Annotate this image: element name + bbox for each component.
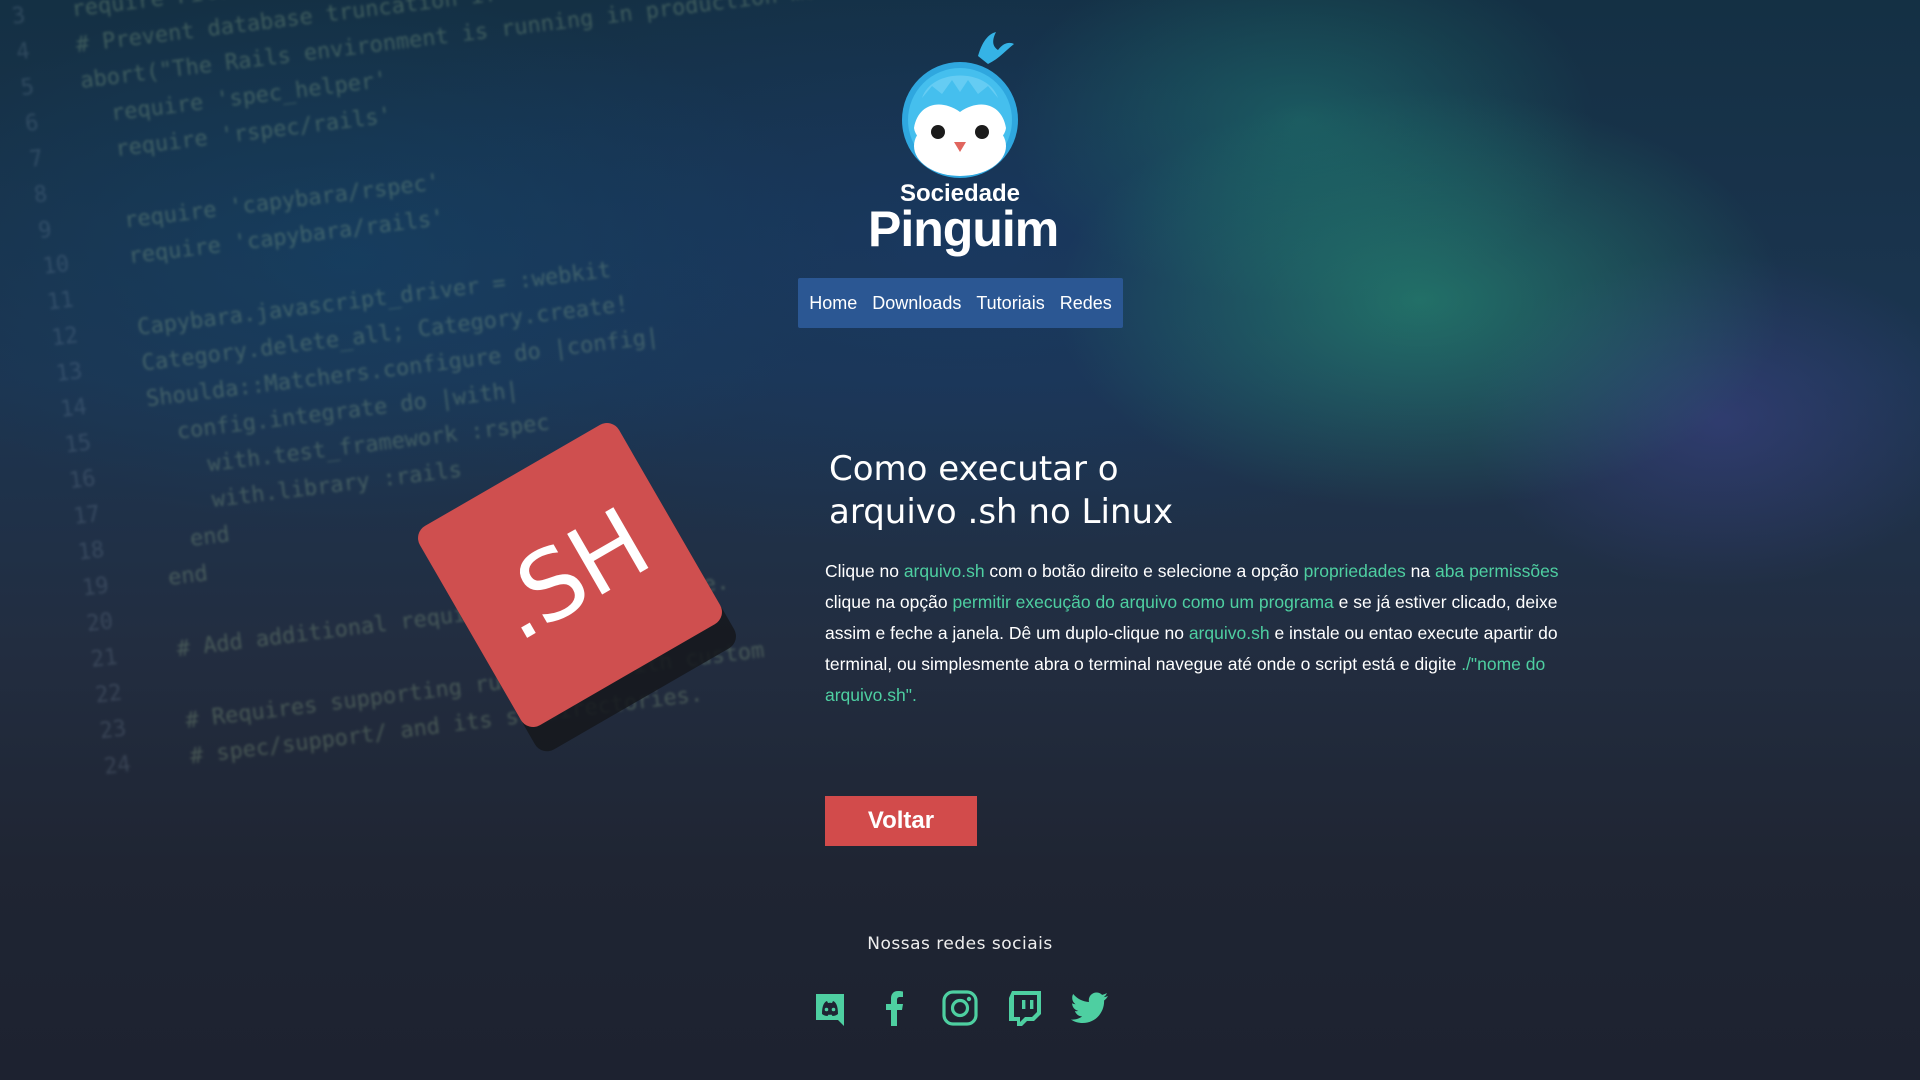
- nav-home[interactable]: Home: [809, 293, 857, 314]
- brand-line-2: Pinguim: [868, 201, 1059, 257]
- penguin-logo-icon: [902, 32, 1018, 178]
- article-body: Clique no arquivo.sh com o botão direito…: [825, 556, 1565, 711]
- social-links: [810, 988, 1110, 1028]
- body-text: com o botão direito e selecione a opção: [984, 561, 1304, 581]
- highlight-term: aba permissões: [1435, 561, 1559, 581]
- nav-tutoriais[interactable]: Tutoriais: [976, 293, 1044, 314]
- facebook-icon[interactable]: [875, 988, 915, 1028]
- twitch-icon[interactable]: [1005, 988, 1045, 1028]
- body-text: Clique no: [825, 561, 904, 581]
- instagram-icon[interactable]: [940, 988, 980, 1028]
- nav-downloads[interactable]: Downloads: [872, 293, 961, 314]
- main-nav: Home Downloads Tutoriais Redes: [798, 278, 1123, 328]
- body-text: clique na opção: [825, 592, 953, 612]
- back-button[interactable]: Voltar: [825, 796, 977, 846]
- article-title: Como executar o arquivo .sh no Linux: [829, 449, 1174, 532]
- body-text: na: [1405, 561, 1436, 581]
- social-title: Nossas redes sociais: [867, 934, 1053, 954]
- highlight-term: permitir execução do arquivo como um pro…: [952, 592, 1334, 612]
- highlight-term: arquivo.sh: [1188, 623, 1270, 643]
- sh-badge-label: .SH: [473, 487, 667, 663]
- nav-redes[interactable]: Redes: [1060, 293, 1112, 314]
- highlight-term: arquivo.sh: [903, 561, 985, 581]
- highlight-term: propriedades: [1303, 561, 1406, 581]
- discord-icon[interactable]: [810, 988, 850, 1028]
- twitter-icon[interactable]: [1070, 988, 1110, 1028]
- site-logo[interactable]: Sociedade Pinguim: [868, 28, 1059, 260]
